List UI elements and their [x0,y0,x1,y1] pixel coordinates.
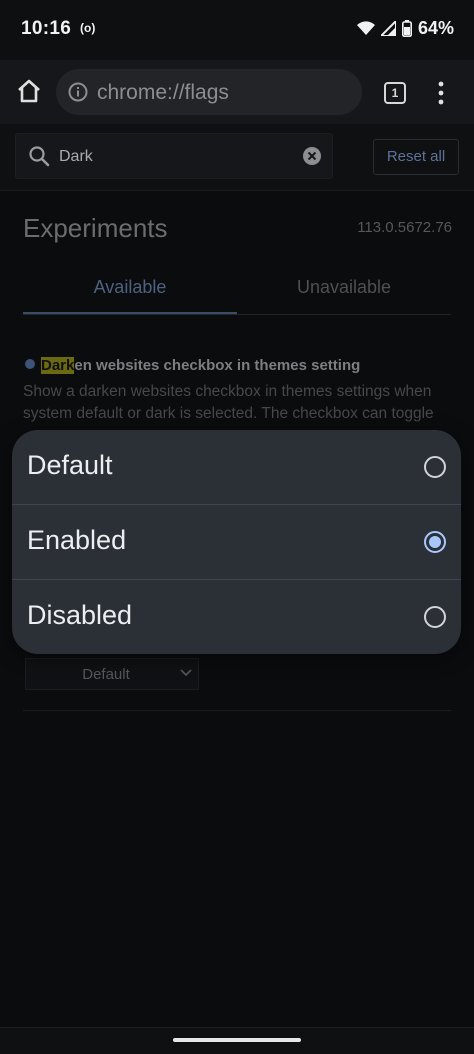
flag-title-highlight: Dark [41,357,75,374]
status-time: 10:16 [21,18,72,39]
clear-icon[interactable] [302,146,322,166]
option-disabled[interactable]: Disabled [12,579,461,653]
option-label: Enabled [27,525,127,555]
status-bar: 10:16 (o) 64% [0,0,474,60]
more-vert-icon[interactable] [434,80,448,106]
flag-title: Darken websites checkbox in themes setti… [25,357,360,374]
flag-divider [23,710,451,711]
page-title: Experiments [23,213,168,243]
tab-divider [23,314,451,315]
radio-default[interactable] [424,456,446,478]
tab-unavailable[interactable]: Unavailable [237,277,451,313]
flag-description-line: system default or dark is selected. The … [23,405,434,422]
search-input[interactable]: Dark [15,133,333,179]
flag-option-dialog: Default Enabled Disabled [12,430,461,654]
flag-title-rest: en websites checkbox in themes setting [74,357,361,374]
tab-available[interactable]: Available [23,277,237,313]
option-label: Disabled [27,600,133,630]
flag-select-value: Default [82,666,130,683]
version-label: 113.0.5672.76 [357,219,452,236]
flag-description-line: Show a darken websites checkbox in theme… [23,383,432,400]
flags-search-row: Dark Reset all [0,124,474,191]
url-text[interactable]: chrome://flags [97,81,229,105]
search-value[interactable]: Dark [59,148,93,166]
battery-icon [401,20,412,37]
reset-all-button[interactable]: Reset all [373,139,459,175]
navigation-bar [0,1027,474,1054]
flag-description: Show a darken websites checkbox in theme… [23,381,453,425]
wifi-icon [356,21,375,35]
browser-toolbar: chrome://flags 1 [0,60,474,124]
home-gesture-handle[interactable] [173,1038,301,1042]
radio-disabled[interactable] [424,606,446,628]
battery-percent: 64% [417,18,454,38]
option-default[interactable]: Default [12,430,461,504]
option-label: Default [27,450,113,480]
hotspot-indicator: (o) [80,21,96,35]
flag-status-dot [25,359,35,369]
radio-enabled[interactable] [424,531,446,553]
status-icons: 64% [356,18,454,39]
option-enabled[interactable]: Enabled [12,504,461,578]
signal-icon [380,21,396,36]
tab-switcher-button[interactable]: 1 [384,82,406,104]
omnibox[interactable]: chrome://flags [56,69,362,115]
info-icon[interactable] [68,82,88,102]
home-icon[interactable] [14,76,44,106]
flag-state-select[interactable]: Default [25,658,199,690]
search-icon [29,146,50,167]
chevron-down-icon [180,669,192,677]
